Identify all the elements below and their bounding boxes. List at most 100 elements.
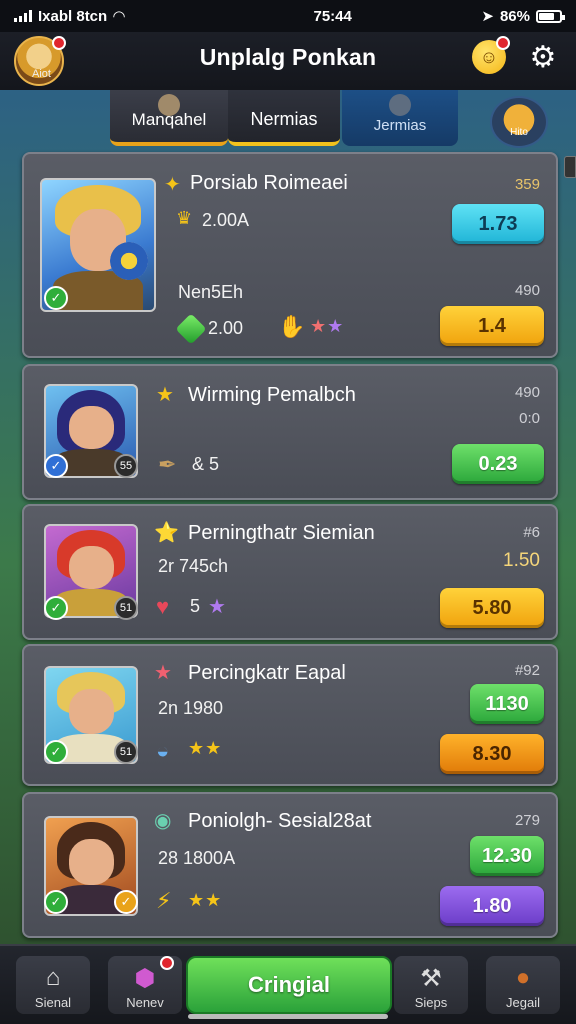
nav-label: Sieps <box>414 995 448 1010</box>
price-button[interactable]: 1.80 <box>440 886 544 926</box>
card-stat: & 5 <box>192 454 220 474</box>
stars-icon: ★★ <box>188 738 223 758</box>
star-icon: ★ <box>208 596 226 618</box>
mascot-label: Hito <box>510 127 528 138</box>
robot-icon <box>389 94 411 116</box>
nav-label: Sienal <box>34 995 72 1010</box>
card-stat: 2n 1980 <box>158 698 224 718</box>
status-time: 75:44 <box>313 7 352 25</box>
medal-icon: ⭐ <box>154 522 179 544</box>
location-icon: ➤ <box>481 8 494 25</box>
card-corner-value: #92 <box>514 662 540 679</box>
card-corner-value: 1.50 <box>503 550 540 571</box>
carrier-label: Ixabl 8tcn <box>38 7 108 25</box>
star-icon: ★ <box>156 384 174 406</box>
status-right: ➤ 86% <box>481 7 565 25</box>
list-item[interactable]: ✓ ✦ Porsiab Roimeaei 359 ♛ 2.00A 1.73 Ne… <box>22 152 558 358</box>
card-title: Porsiab Roimeaei <box>190 172 348 194</box>
price-button[interactable]: 8.30 <box>440 734 544 774</box>
level-badge: 51 <box>114 740 138 764</box>
shield-icon <box>110 242 148 280</box>
nav-home[interactable]: ⌂ Sienal <box>16 956 90 1014</box>
tools-icon: ⚒ <box>420 965 442 992</box>
nav-news[interactable]: ⬢ Nenev <box>108 956 182 1014</box>
price-button[interactable]: 12.30 <box>470 836 544 876</box>
check-icon: ✓ <box>44 596 68 620</box>
price-button[interactable]: 0.23 <box>452 444 544 484</box>
wifi-icon: ◠ <box>113 8 125 25</box>
gear-icon[interactable]: ⚙ <box>526 40 560 74</box>
card-corner-value: 490 <box>514 384 540 401</box>
nav-label: Jegail <box>506 995 540 1010</box>
bag-icon <box>158 94 180 116</box>
crown-icon: ♛ <box>176 208 193 228</box>
card-stat: 2.00 <box>208 318 244 338</box>
card-corner-value: 0:0 <box>519 410 540 427</box>
lightning-icon: ⚡ <box>156 888 172 913</box>
notification-dot <box>160 956 174 970</box>
heart-icon: ♥ <box>156 594 170 619</box>
card-stat: 2.00A <box>202 210 250 230</box>
tab-jermias[interactable]: Jermias <box>342 90 458 146</box>
status-left: Ixabl 8tcn ◠ <box>14 7 214 25</box>
price-button[interactable]: 1.73 <box>452 204 544 244</box>
home-icon: ⌂ <box>45 964 61 991</box>
card-title: Perningthatr Siemian <box>188 522 375 544</box>
shield-icon: ✓ <box>114 890 138 914</box>
price-button[interactable]: 5.80 <box>440 588 544 628</box>
battery-icon <box>536 9 565 23</box>
nav-label: Nenev <box>126 995 164 1010</box>
list-item[interactable]: ✓ 55 ★ Wirming Pemalbch 490 0:0 ✒ & 5 0.… <box>22 364 558 500</box>
bag-icon: ● <box>515 964 531 991</box>
bottom-nav: ⌂ Sienal ⬢ Nenev Cringial ⚒ Sieps ● Jega… <box>0 944 576 1024</box>
level-badge: 55 <box>114 454 138 478</box>
stars-icon: ★★ <box>310 316 345 336</box>
check-icon: ✓ <box>44 286 68 310</box>
list-item[interactable]: ✓ 51 ⭐ Perningthatr Siemian #6 2r 745ch … <box>22 504 558 640</box>
list-item[interactable]: ✓ ✓ ◉ Poniolgh- Sesial28at 279 28 1800A … <box>22 792 558 938</box>
side-handle[interactable] <box>564 156 576 178</box>
potion-icon: ⬢ <box>134 965 156 992</box>
check-icon: ✓ <box>44 454 68 478</box>
hand-icon: ✋ <box>278 314 306 339</box>
list-item[interactable]: ✓ 51 ★ Percingkatr Eapal #92 2n 1980 113… <box>22 644 558 786</box>
card-title: Poniolgh- Sesial28at <box>188 810 372 832</box>
card-corner-value: #6 <box>523 524 540 541</box>
tab-label: Jermias <box>373 117 427 134</box>
droplet-icon: ◒ <box>156 738 170 763</box>
stars-icon: ★★ <box>188 890 223 910</box>
mascot-button[interactable]: Hito <box>490 96 548 148</box>
nav-steps[interactable]: ⚒ Sieps <box>394 956 468 1014</box>
boot-icon: ✒ <box>158 452 177 477</box>
card-title: Percingkatr Eapal <box>188 662 346 684</box>
sparkle-icon: ✦ <box>164 174 181 196</box>
coin-icon: ◉ <box>154 810 172 832</box>
card-corner-value: 279 <box>514 812 540 829</box>
check-icon: ✓ <box>44 890 68 914</box>
tab-nermias[interactable]: Nermias <box>228 90 340 146</box>
card-corner-value: 359 <box>514 176 540 193</box>
tab-manqahel[interactable]: Manqahel <box>110 90 228 146</box>
nav-journal[interactable]: ● Jegail <box>486 956 560 1014</box>
smiley-icon[interactable]: ☺ <box>472 36 510 74</box>
app-header: Unplalg Ponkan ☺ ⚙ <box>0 32 576 90</box>
check-icon: ✓ <box>44 740 68 764</box>
notification-dot <box>496 36 510 50</box>
avatar-label: Aiot <box>32 68 51 80</box>
card-stat: 28 1800A <box>158 848 236 868</box>
star-icon: ★ <box>154 662 172 684</box>
card-stat: 5 <box>190 596 201 616</box>
card-title: Wirming Pemalbch <box>188 384 356 406</box>
price-button[interactable]: 1130 <box>470 684 544 724</box>
battery-percent: 86% <box>499 7 530 25</box>
signal-icon <box>14 10 32 22</box>
level-badge: 51 <box>114 596 138 620</box>
status-bar: Ixabl 8tcn ◠ 75:44 ➤ 86% <box>0 0 576 32</box>
gem-icon <box>175 313 207 345</box>
card-corner-value: 490 <box>514 282 540 299</box>
center-action-button[interactable]: Cringial <box>186 956 392 1014</box>
card-stat: 2r 745ch <box>158 556 229 576</box>
price-button[interactable]: 1.4 <box>440 306 544 346</box>
tab-label: Nermias <box>250 109 318 129</box>
card-subtitle: Nen5Eh <box>178 282 244 302</box>
